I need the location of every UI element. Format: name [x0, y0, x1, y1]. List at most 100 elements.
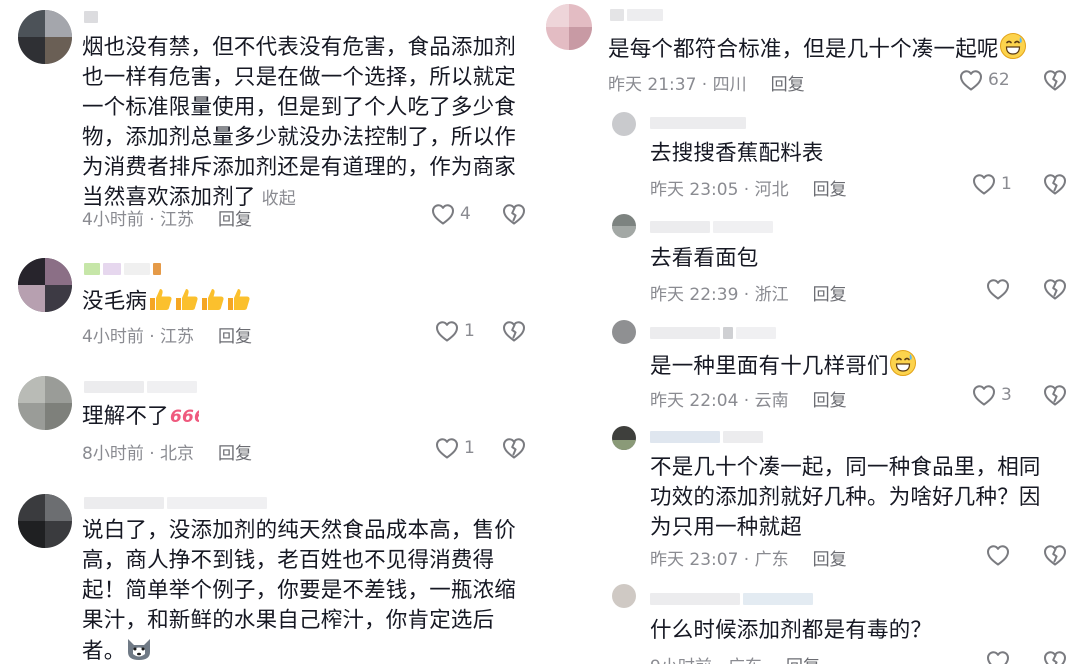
reply-button[interactable]: 回复	[771, 70, 805, 95]
like-count: 1	[1001, 174, 1012, 194]
username-blurred[interactable]	[84, 496, 267, 510]
like-count: 4	[460, 204, 471, 224]
comment-time-location: 昨天 21:37 · 四川	[608, 75, 747, 95]
comment-meta: 8小时前 · 北京 回复	[82, 439, 252, 464]
like-count: 1	[464, 438, 475, 458]
dislike-icon[interactable]	[502, 203, 526, 225]
comment-meta: 9小时前 · 广东 回复	[650, 652, 820, 664]
like-count: 3	[1001, 385, 1012, 405]
username-blurred[interactable]	[84, 10, 98, 24]
comment-text: 是一种里面有十几样哥们	[650, 349, 1050, 382]
666-sticker-icon: 666	[170, 407, 199, 427]
avatar[interactable]	[18, 494, 72, 548]
comment-time-location: 8小时前 · 北京	[82, 444, 195, 464]
like-button[interactable]: 62	[959, 69, 1010, 91]
like-button[interactable]	[986, 278, 1025, 300]
like-button[interactable]: 1	[972, 173, 1012, 195]
comment-text: 去看看面包	[650, 246, 759, 271]
grinning-sweat-icon	[889, 349, 917, 377]
dislike-icon[interactable]	[1043, 278, 1067, 300]
reply-button[interactable]: 回复	[813, 175, 847, 200]
reply-item: 不是几十个凑一起，同一种食品里，相同 功效的添加剂就好几种。为啥好几种？因 为只…	[540, 422, 1080, 572]
username-blurred[interactable]	[650, 326, 776, 340]
dislike-icon[interactable]	[1043, 650, 1067, 664]
comment-item: 烟也没有禁，但不代表没有危害，食品添加剂 也一样有危害，只是在做一个选择，所以就…	[0, 0, 540, 240]
like-count: 1	[464, 321, 475, 341]
comment-text: 理解不了666	[82, 402, 522, 432]
emoji-group	[147, 289, 251, 314]
dislike-icon[interactable]	[502, 437, 526, 459]
comment-time-location: 9小时前 · 广东	[650, 652, 762, 664]
username-blurred[interactable]	[650, 116, 746, 130]
like-button[interactable]: 1	[435, 320, 475, 342]
username-blurred[interactable]	[650, 220, 773, 234]
comment-column-left: 烟也没有禁，但不代表没有危害，食品添加剂 也一样有危害，只是在做一个选择，所以就…	[0, 0, 540, 664]
reply-button[interactable]: 回复	[218, 439, 252, 464]
comment-text: 烟也没有禁，但不代表没有危害，食品添加剂 也一样有危害，只是在做一个选择，所以就…	[82, 35, 517, 210]
avatar[interactable]	[18, 10, 72, 64]
thumbs-up-icon	[225, 286, 251, 312]
comment-text: 去搜搜香蕉配料表	[650, 141, 824, 166]
reply-item: 什么时候添加剂都是有毒的？ 9小时前 · 广东 回复	[540, 580, 1080, 664]
avatar[interactable]	[612, 426, 636, 450]
heart-icon	[972, 173, 996, 195]
heart-icon	[431, 203, 455, 225]
comment-time-location: 4小时前 · 江苏	[82, 327, 195, 347]
avatar[interactable]	[612, 320, 636, 344]
username-blurred[interactable]	[84, 262, 161, 276]
heart-icon	[435, 320, 459, 342]
avatar[interactable]	[612, 584, 636, 608]
comment-item: 理解不了666 8小时前 · 北京 回复 1	[0, 368, 540, 478]
comment-text: 没毛病	[82, 286, 522, 317]
like-button[interactable]	[986, 544, 1025, 566]
dislike-icon[interactable]	[502, 320, 526, 342]
comment-meta: 昨天 22:04 · 云南 回复	[650, 386, 847, 411]
comment-meta: 4小时前 · 江苏 回复	[82, 322, 252, 347]
comment-text: 什么时候添加剂都是有毒的？	[650, 618, 933, 643]
reply-button[interactable]: 回复	[786, 652, 820, 664]
reply-button[interactable]: 回复	[813, 386, 847, 411]
heart-icon	[972, 384, 996, 406]
avatar[interactable]	[612, 112, 636, 136]
reply-button[interactable]: 回复	[218, 322, 252, 347]
like-button[interactable]: 4	[431, 203, 471, 225]
username-blurred[interactable]	[610, 8, 663, 22]
avatar[interactable]	[18, 258, 72, 312]
comment-time-location: 昨天 22:39 · 浙江	[650, 285, 789, 305]
heart-icon	[959, 69, 983, 91]
thumbs-up-icon	[199, 286, 225, 312]
username-blurred[interactable]	[650, 592, 813, 606]
comment-item: 说白了，没添加剂的纯天然食品成本高，售价 高，商人挣不到钱，老百姓也不见得消费得…	[0, 486, 540, 664]
collapse-link[interactable]: 收起	[262, 189, 296, 209]
like-button[interactable]: 3	[972, 384, 1012, 406]
username-blurred[interactable]	[650, 430, 763, 444]
heart-icon	[986, 650, 1010, 664]
comment-time-location: 昨天 22:04 · 云南	[650, 391, 789, 411]
comment-time-location: 昨天 23:05 · 河北	[650, 180, 789, 200]
heart-icon	[986, 544, 1010, 566]
avatar[interactable]	[18, 376, 72, 430]
husky-face-icon	[128, 639, 151, 660]
reply-button[interactable]: 回复	[218, 205, 252, 230]
comment-time-location: 昨天 23:07 · 广东	[650, 550, 789, 570]
heart-icon	[986, 278, 1010, 300]
dislike-icon[interactable]	[1043, 384, 1067, 406]
comment-meta: 昨天 23:07 · 广东 回复	[650, 545, 847, 570]
dislike-icon[interactable]	[1043, 173, 1067, 195]
comment-meta: 昨天 21:37 · 四川 回复	[608, 70, 805, 95]
like-button[interactable]: 1	[435, 437, 475, 459]
comment-time-location: 4小时前 · 江苏	[82, 210, 195, 230]
dislike-icon[interactable]	[1043, 544, 1067, 566]
svg-text:666: 666	[170, 407, 199, 427]
avatar[interactable]	[546, 4, 592, 50]
username-blurred[interactable]	[84, 380, 197, 394]
comment-text: 说白了，没添加剂的纯天然食品成本高，售价 高，商人挣不到钱，老百姓也不见得消费得…	[82, 518, 517, 664]
grinning-sweat-icon	[999, 32, 1027, 60]
reply-button[interactable]: 回复	[813, 545, 847, 570]
dislike-icon[interactable]	[1043, 69, 1067, 91]
like-button[interactable]	[986, 650, 1025, 664]
avatar[interactable]	[612, 214, 636, 238]
reply-button[interactable]: 回复	[813, 280, 847, 305]
comment-item: 没毛病 4小时前 · 江苏 回复 1	[0, 250, 540, 360]
comment-meta: 4小时前 · 江苏 回复	[82, 205, 252, 230]
